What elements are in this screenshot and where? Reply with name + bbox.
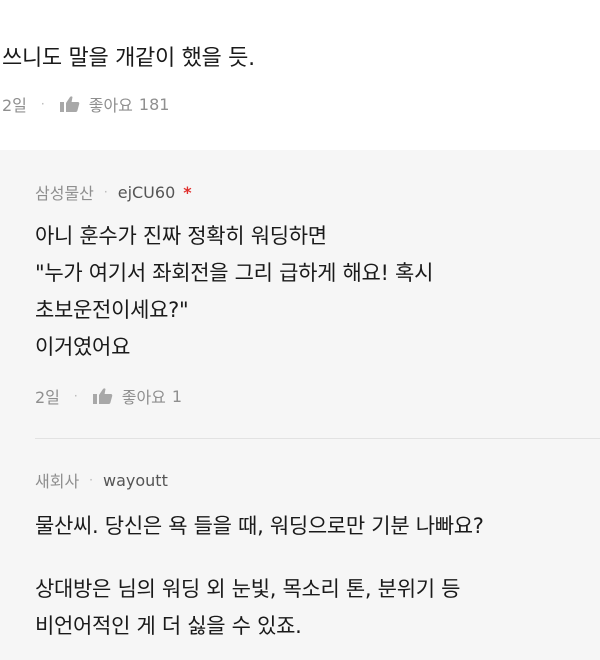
- reply-line: 초보운전이세요?": [35, 298, 189, 322]
- reply-text: 아니 훈수가 진짜 정확히 워딩하면 "누가 여기서 좌회전을 그리 급하게 해…: [35, 218, 600, 366]
- reply-line: 비언어적인 게 더 싫을 수 있죠.: [35, 614, 302, 638]
- separator-dot: ·: [103, 185, 108, 199]
- author-company[interactable]: 삼성물산: [35, 180, 94, 204]
- reply-author: 삼성물산 · ejCU60 *: [35, 180, 600, 204]
- comment-time: 2일: [2, 96, 27, 115]
- top-comment: 쓰니도 말을 개같이 했을 듯. 2일 · 좋아요 181: [0, 0, 600, 150]
- like-count: 181: [138, 94, 170, 114]
- like-label[interactable]: 좋아요: [122, 384, 166, 408]
- comment-meta: 2일 · 좋아요 181: [2, 92, 169, 116]
- like-label[interactable]: 좋아요: [89, 92, 133, 116]
- separator-dot: ·: [89, 473, 93, 487]
- thumbs-up-icon[interactable]: [92, 387, 114, 405]
- reply-thread: 삼성물산 · ejCU60 * 아니 훈수가 진짜 정확히 워딩하면 "누가 여…: [0, 150, 600, 660]
- author-id[interactable]: wayoutt: [103, 471, 168, 490]
- author-id[interactable]: ejCU60: [118, 183, 176, 202]
- reply-line: 물산씨. 당신은 욕 들을 때, 워딩으로만 기분 나빠요?: [35, 514, 484, 538]
- author-company[interactable]: 새회사: [35, 468, 79, 492]
- reply-text: 물산씨. 당신은 욕 들을 때, 워딩으로만 기분 나빠요? 상대방은 님의 워…: [35, 508, 600, 645]
- reply-item: 새회사 · wayoutt 물산씨. 당신은 욕 들을 때, 워딩으로만 기분 …: [35, 468, 600, 645]
- reply-line: "누가 여기서 좌회전을 그리 급하게 해요! 혹시: [35, 261, 434, 285]
- reply-divider: [35, 438, 600, 439]
- comment-text: 쓰니도 말을 개같이 했을 듯.: [2, 46, 255, 71]
- author-badge: *: [183, 182, 192, 202]
- separator-dot: ·: [73, 389, 78, 403]
- reply-item: 삼성물산 · ejCU60 * 아니 훈수가 진짜 정확히 워딩하면 "누가 여…: [35, 180, 600, 408]
- reply-author: 새회사 · wayoutt: [35, 468, 600, 492]
- separator-dot: ·: [40, 97, 45, 111]
- reply-line: 이거였어요: [35, 335, 131, 359]
- reply-meta: 2일 · 좋아요 1: [35, 384, 600, 408]
- like-count: 1: [171, 386, 183, 406]
- reply-line: 상대방은 님의 워딩 외 눈빛, 목소리 톤, 분위기 등: [35, 577, 461, 601]
- thumbs-up-icon[interactable]: [59, 95, 81, 113]
- reply-line: 아니 훈수가 진짜 정확히 워딩하면: [35, 224, 327, 248]
- reply-time: 2일: [35, 388, 60, 407]
